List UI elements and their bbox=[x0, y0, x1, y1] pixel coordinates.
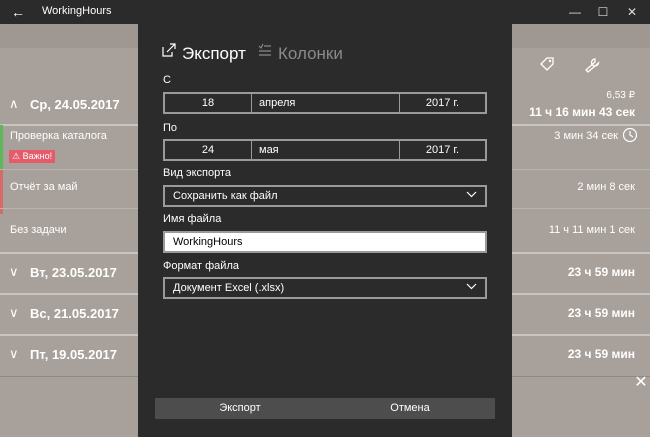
tag-icon[interactable] bbox=[538, 57, 556, 75]
task-name: Без задачи bbox=[10, 224, 67, 236]
close-icon[interactable]: ✕ bbox=[634, 375, 648, 391]
file-name-input[interactable] bbox=[163, 231, 487, 253]
divider bbox=[251, 94, 252, 112]
to-day[interactable]: 24 bbox=[165, 141, 251, 159]
chevron-up-icon[interactable]: ∧ bbox=[9, 96, 19, 112]
from-year[interactable]: 2017 г. bbox=[400, 94, 485, 112]
task-name: Отчёт за май bbox=[10, 181, 78, 193]
day-total: 23 ч 59 мин bbox=[567, 306, 635, 320]
export-type-label: Вид экспорта bbox=[163, 167, 231, 179]
tab-export[interactable]: Экспорт bbox=[162, 42, 246, 64]
from-date-picker[interactable]: 18 апреля 2017 г. bbox=[163, 92, 487, 114]
day-total: 23 ч 59 мин bbox=[567, 265, 635, 279]
export-type-value: Сохранить как файл bbox=[173, 190, 278, 202]
chevron-down-icon[interactable]: ∨ bbox=[9, 305, 19, 321]
tab-columns-label: Колонки bbox=[278, 44, 343, 63]
day-money: 6,53 ₽ bbox=[606, 90, 635, 101]
close-window-icon[interactable]: ✕ bbox=[617, 0, 647, 24]
day-total: 23 ч 59 мин bbox=[567, 347, 635, 361]
file-name-label: Имя файла bbox=[163, 213, 222, 225]
tab-export-label: Экспорт bbox=[182, 44, 246, 63]
day-date: Ср, 24.05.2017 bbox=[30, 97, 120, 112]
task-duration: 3 мин 34 сек bbox=[554, 130, 618, 142]
day-date: Вт, 23.05.2017 bbox=[30, 265, 117, 280]
clock-icon[interactable] bbox=[622, 127, 638, 146]
cancel-button[interactable]: Отмена bbox=[325, 398, 495, 419]
title-bar: ← WorkingHours — ☐ ✕ bbox=[0, 0, 650, 24]
from-month[interactable]: апреля bbox=[259, 94, 295, 112]
file-format-select[interactable]: Документ Excel (.xlsx) bbox=[163, 277, 487, 299]
from-day[interactable]: 18 bbox=[165, 94, 251, 112]
export-button[interactable]: Экспорт bbox=[155, 398, 325, 419]
to-label: По bbox=[163, 122, 178, 134]
to-year[interactable]: 2017 г. bbox=[400, 141, 485, 159]
task-duration: 2 мин 8 сек bbox=[577, 181, 635, 193]
window-title: WorkingHours bbox=[42, 5, 112, 17]
export-dialog: Экспорт Колонки С 18 апреля 2017 г. По 2… bbox=[138, 24, 512, 437]
task-color-bar bbox=[0, 125, 3, 169]
columns-icon bbox=[258, 42, 274, 64]
tab-columns[interactable]: Колонки bbox=[258, 42, 343, 64]
chevron-down-icon bbox=[466, 188, 477, 204]
important-badge: ⚠ Важно! bbox=[9, 150, 56, 163]
file-format-value: Документ Excel (.xlsx) bbox=[173, 282, 285, 294]
chevron-down-icon[interactable]: ∨ bbox=[9, 346, 19, 362]
minimize-icon[interactable]: — bbox=[560, 0, 590, 24]
from-label: С bbox=[163, 74, 171, 86]
task-duration: 11 ч 11 мин 1 сек bbox=[548, 224, 635, 236]
file-format-label: Формат файла bbox=[163, 260, 239, 272]
day-date: Вс, 21.05.2017 bbox=[30, 306, 119, 321]
chevron-down-icon bbox=[466, 280, 477, 296]
back-arrow-icon[interactable]: ← bbox=[8, 3, 28, 21]
chevron-down-icon[interactable]: ∨ bbox=[9, 264, 19, 280]
divider bbox=[251, 141, 252, 159]
export-icon bbox=[162, 42, 178, 64]
export-type-select[interactable]: Сохранить как файл bbox=[163, 185, 487, 207]
task-name: Проверка каталога bbox=[10, 130, 107, 142]
to-month[interactable]: мая bbox=[259, 141, 279, 159]
day-date: Пт, 19.05.2017 bbox=[30, 347, 118, 362]
wrench-icon[interactable] bbox=[584, 57, 602, 75]
to-date-picker[interactable]: 24 мая 2017 г. bbox=[163, 139, 487, 161]
maximize-icon[interactable]: ☐ bbox=[588, 0, 618, 24]
day-total: 11 ч 16 мин 43 сек bbox=[529, 105, 635, 119]
